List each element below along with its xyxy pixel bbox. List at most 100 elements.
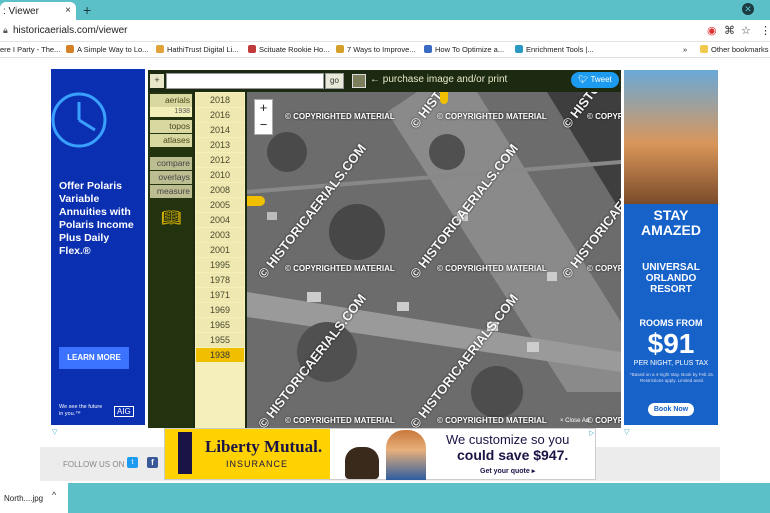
menu-measure[interactable]: measure (150, 185, 192, 198)
clock-icon (51, 92, 107, 148)
bookmark-label: 7 Ways to Improve... (347, 45, 416, 54)
menu-aerials[interactable]: aerials (150, 94, 192, 107)
year-item-1965[interactable]: 1965 (196, 318, 244, 332)
book-icon[interactable]: 📖︎ (161, 208, 181, 228)
year-item-1938[interactable]: 1938 (196, 348, 244, 362)
year-item-2016[interactable]: 2016 (196, 108, 244, 122)
tab-title: : Viewer (3, 6, 39, 17)
bookmark-label: A Simple Way to Lo... (77, 45, 149, 54)
menu-compare[interactable]: compare (150, 157, 192, 170)
twitter-icon[interactable]: t (127, 457, 138, 468)
person-image (386, 430, 426, 480)
print-icon[interactable] (352, 74, 366, 88)
menu-atlases[interactable]: atlases (150, 134, 192, 147)
bookmark-item[interactable]: HathiTrust Digital Li... (156, 45, 238, 54)
year-item-1969[interactable]: 1969 (196, 303, 244, 317)
menu-overlays[interactable]: overlays (150, 171, 192, 184)
bookmark-item[interactable]: ere I Party - The... (0, 45, 60, 54)
more-icon[interactable]: ⋮ (760, 24, 770, 37)
compare-handle-top[interactable] (440, 92, 448, 104)
facebook-icon[interactable]: f (147, 457, 158, 468)
bookmark-item[interactable]: Enrichment Tools |... (515, 45, 594, 54)
year-item-2010[interactable]: 2010 (196, 168, 244, 182)
year-item-2004[interactable]: 2004 (196, 213, 244, 227)
star-icon[interactable]: ☆ (741, 24, 751, 37)
tweet-button[interactable]: 🐦︎ Tweet (571, 72, 619, 88)
extension-icon[interactable]: ◉ (707, 24, 717, 37)
compare-handle-left[interactable] (247, 196, 265, 206)
tweet-label: Tweet (590, 75, 612, 84)
address-search-input[interactable] (166, 73, 324, 89)
statue-of-liberty-icon (178, 432, 192, 474)
purchase-link[interactable]: ← purchase image and/or print (370, 74, 507, 85)
url-text[interactable]: historicaerials.com/viewer (13, 25, 127, 36)
year-item-1995[interactable]: 1995 (196, 258, 244, 272)
year-item-2005[interactable]: 2005 (196, 198, 244, 212)
bookmark-item[interactable]: A Simple Way to Lo... (66, 45, 148, 54)
year-item-1955[interactable]: 1955 (196, 333, 244, 347)
download-bar (0, 483, 770, 513)
book-now-button[interactable]: Book Now (648, 403, 694, 416)
bookmark-label: HathiTrust Digital Li... (167, 45, 239, 54)
year-item-1971[interactable]: 1971 (196, 288, 244, 302)
download-filename: North....jpg (4, 494, 44, 503)
menu-topos[interactable]: topos (150, 120, 192, 133)
get-quote-link[interactable]: Get your quote ▸ (480, 467, 535, 475)
new-tab-button[interactable]: + (83, 2, 91, 18)
left-ad-headline: Offer Polaris Variable Annuities with Po… (59, 180, 134, 257)
share-icon[interactable]: ⌘ (724, 24, 735, 37)
bookmark-favicon-icon (424, 45, 432, 53)
menu-aerials-year: 1938 (150, 107, 192, 117)
follow-us-label: FOLLOW US ON (63, 460, 125, 469)
copyright-watermark: © COPYRIGHTED MATERIAL (587, 416, 621, 425)
learn-more-button[interactable]: LEARN MORE (59, 347, 129, 369)
year-item-2001[interactable]: 2001 (196, 243, 244, 257)
year-item-2014[interactable]: 2014 (196, 123, 244, 137)
adchoices-icon[interactable]: ▽ (52, 428, 57, 436)
window-close-icon[interactable]: ✕ (742, 3, 754, 15)
bookmark-favicon-icon (248, 45, 256, 53)
other-bookmarks-label: Other bookmarks (711, 45, 769, 54)
go-button[interactable]: go (325, 73, 344, 89)
liberty-mutual-logo: Liberty Mutual. (205, 437, 323, 456)
chevron-up-icon[interactable]: ^ (52, 490, 56, 500)
other-bookmarks[interactable]: Other bookmarks (700, 45, 769, 54)
copyright-watermark: © COPYRIGHTED MATERIAL (285, 416, 395, 425)
bookmark-favicon-icon (515, 45, 523, 53)
bookmark-favicon-icon (66, 45, 74, 53)
adchoices-icon[interactable]: ▷ (589, 429, 594, 437)
per-night-label: PER NIGHT, PLUS TAX (633, 360, 709, 367)
bookmark-item[interactable]: How To Optimize a... (424, 45, 504, 54)
lock-icon[interactable]: 🔒︎ (3, 25, 8, 36)
close-ad-link[interactable]: × Close Ad (560, 418, 589, 424)
year-item-2003[interactable]: 2003 (196, 228, 244, 242)
active-tab[interactable]: : Viewer × (0, 2, 76, 20)
bookmark-favicon-icon (156, 45, 164, 53)
folder-icon (700, 45, 708, 53)
copyright-watermark: © COPYRIGHTED MATERIAL (437, 264, 547, 273)
room-price: $91 (647, 328, 695, 359)
resort-photo (624, 70, 718, 204)
copyright-watermark: © COPYRIGHTED MATERIAL (285, 264, 395, 273)
bookmark-item[interactable]: 7 Ways to Improve... (336, 45, 416, 54)
year-item-2008[interactable]: 2008 (196, 183, 244, 197)
download-item[interactable]: North....jpg (0, 483, 68, 513)
universal-logo: UNIVERSAL ORLANDO RESORT (642, 262, 700, 295)
adchoices-icon[interactable]: ▽ (624, 428, 629, 436)
bookmark-label: Scituate Rookie Ho... (259, 45, 330, 54)
expand-button[interactable]: + (150, 74, 164, 88)
year-item-2013[interactable]: 2013 (196, 138, 244, 152)
copyright-watermark: © COPYRIGHTED MATERIAL (587, 264, 621, 273)
aerial-map[interactable]: © COPYRIGHTED MATERIAL © COPYRIGHTED MAT… (247, 92, 621, 428)
zoom-out-button[interactable]: − (254, 117, 273, 134)
bookmark-label: How To Optimize a... (435, 45, 505, 54)
tab-close-icon[interactable]: × (65, 5, 71, 16)
bookmark-item[interactable]: Scituate Rookie Ho... (248, 45, 329, 54)
year-item-2012[interactable]: 2012 (196, 153, 244, 167)
bottom-ad-line1: We customize so you (446, 432, 570, 447)
bookmarks-more-button[interactable]: » (683, 45, 687, 54)
insurance-label: INSURANCE (226, 459, 289, 469)
zoom-in-button[interactable]: + (254, 99, 273, 116)
year-item-1978[interactable]: 1978 (196, 273, 244, 287)
year-item-2018[interactable]: 2018 (196, 93, 244, 107)
